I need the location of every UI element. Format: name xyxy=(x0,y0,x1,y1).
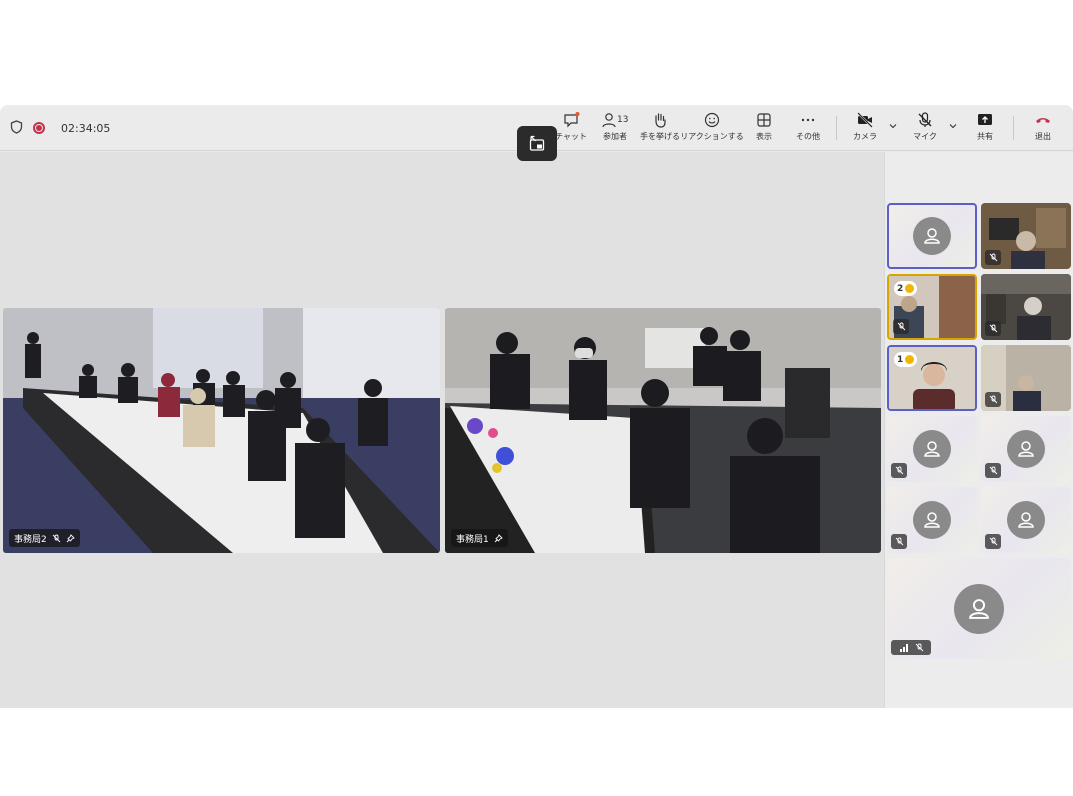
participant-tile[interactable]: 1 xyxy=(887,345,977,411)
person-icon xyxy=(924,512,940,528)
mic-off-icon xyxy=(918,112,932,127)
mic-off-icon xyxy=(989,537,997,546)
video-label: 事務局2 xyxy=(9,529,80,547)
video-feed[interactable]: 事務局2 xyxy=(3,308,440,553)
mic-off-icon xyxy=(989,466,997,475)
muted-indicator xyxy=(985,321,1001,336)
view-button[interactable]: 表示 xyxy=(752,111,776,147)
hand-icon xyxy=(655,113,666,128)
chevron-down-icon[interactable] xyxy=(888,121,898,131)
muted-indicator xyxy=(891,534,907,549)
mic-off-icon xyxy=(989,324,997,333)
muted-indicator xyxy=(985,463,1001,478)
avatar xyxy=(913,430,951,468)
meeting-timer: 02:34:05 xyxy=(61,121,111,135)
muted-indicator xyxy=(985,392,1001,407)
muted-indicator xyxy=(985,250,1001,265)
person-icon xyxy=(924,441,940,457)
video-feed[interactable]: 事務局1 xyxy=(445,308,881,553)
participant-name: 事務局2 xyxy=(14,534,47,545)
participant-tile[interactable]: 2 xyxy=(887,274,977,340)
chat-button[interactable]: チャット xyxy=(555,111,587,147)
participant-tile[interactable] xyxy=(981,416,1071,482)
participant-count: 13 xyxy=(617,115,629,125)
recording-icon xyxy=(33,122,45,134)
muted-indicator xyxy=(891,640,931,655)
people-button[interactable]: 13 参加者 xyxy=(598,111,632,147)
avatar xyxy=(1007,501,1045,539)
toolbar-separator xyxy=(1013,116,1014,140)
person-icon xyxy=(924,228,940,244)
share-button[interactable]: 共有 xyxy=(973,111,997,147)
more-icon xyxy=(801,118,815,122)
avatar xyxy=(1007,430,1045,468)
muted-indicator xyxy=(893,319,909,334)
grid-icon xyxy=(757,113,771,127)
camera-button[interactable]: カメラ xyxy=(852,111,878,147)
meeting-info: 02:34:05 xyxy=(10,105,110,151)
toolbar-separator xyxy=(836,116,837,140)
hang-up-icon xyxy=(1036,118,1050,123)
mic-off-icon xyxy=(915,643,923,652)
more-button[interactable]: その他 xyxy=(794,111,822,147)
chat-icon xyxy=(564,112,580,128)
participant-tile[interactable] xyxy=(887,416,977,482)
pop-out-icon xyxy=(529,135,545,151)
mic-off-icon xyxy=(895,466,903,475)
avatar xyxy=(954,583,1004,634)
avatar xyxy=(913,217,951,255)
meeting-window: 02:34:05 チャット 13 参加者 手を挙げる リアクションする 表示 そ… xyxy=(0,105,1073,708)
muted-indicator xyxy=(891,463,907,478)
pin-icon[interactable] xyxy=(66,533,75,543)
shield-icon[interactable] xyxy=(10,119,23,138)
mic-off-icon xyxy=(989,395,997,404)
share-icon xyxy=(978,114,992,125)
participant-tile[interactable] xyxy=(887,487,977,553)
main-stage: 事務局2 事務局1 xyxy=(0,152,884,708)
chevron-down-icon[interactable] xyxy=(948,121,958,131)
people-icon xyxy=(602,113,616,128)
hand-icon xyxy=(905,355,915,364)
conference-room-image xyxy=(445,308,881,553)
mic-off-icon xyxy=(989,253,997,262)
participant-tile[interactable] xyxy=(887,558,1071,659)
avatar xyxy=(913,501,951,539)
participant-tile[interactable] xyxy=(981,203,1071,269)
camera-off-icon xyxy=(857,112,873,128)
mic-off-icon xyxy=(895,537,903,546)
mic-button[interactable]: マイク xyxy=(912,111,938,147)
react-button[interactable]: リアクションする xyxy=(680,111,744,147)
person-icon xyxy=(1018,512,1034,528)
participant-gallery: 2 1 xyxy=(884,152,1073,708)
participant-tile[interactable] xyxy=(981,274,1071,340)
leave-button[interactable]: 退出 xyxy=(1030,111,1056,147)
muted-indicator xyxy=(985,534,1001,549)
signal-icon xyxy=(899,644,908,652)
video-label: 事務局1 xyxy=(451,529,508,547)
raise-hand-button[interactable]: 手を挙げる xyxy=(640,111,680,147)
mic-off-icon xyxy=(897,322,905,331)
pin-icon[interactable] xyxy=(494,533,503,543)
raised-hand-badge: 1 xyxy=(894,352,918,367)
participant-tile[interactable] xyxy=(981,487,1071,553)
mic-off-icon xyxy=(52,534,61,542)
raised-hand-badge: 2 xyxy=(894,281,918,296)
conference-room-image xyxy=(3,308,440,553)
person-icon xyxy=(969,598,989,619)
pop-out-button[interactable] xyxy=(517,126,557,161)
person-icon xyxy=(1018,441,1034,457)
participant-tile[interactable] xyxy=(887,203,977,269)
participant-name: 事務局1 xyxy=(456,534,489,545)
hand-icon xyxy=(905,284,915,293)
emoji-icon xyxy=(704,112,720,128)
participant-tile[interactable] xyxy=(981,345,1071,411)
